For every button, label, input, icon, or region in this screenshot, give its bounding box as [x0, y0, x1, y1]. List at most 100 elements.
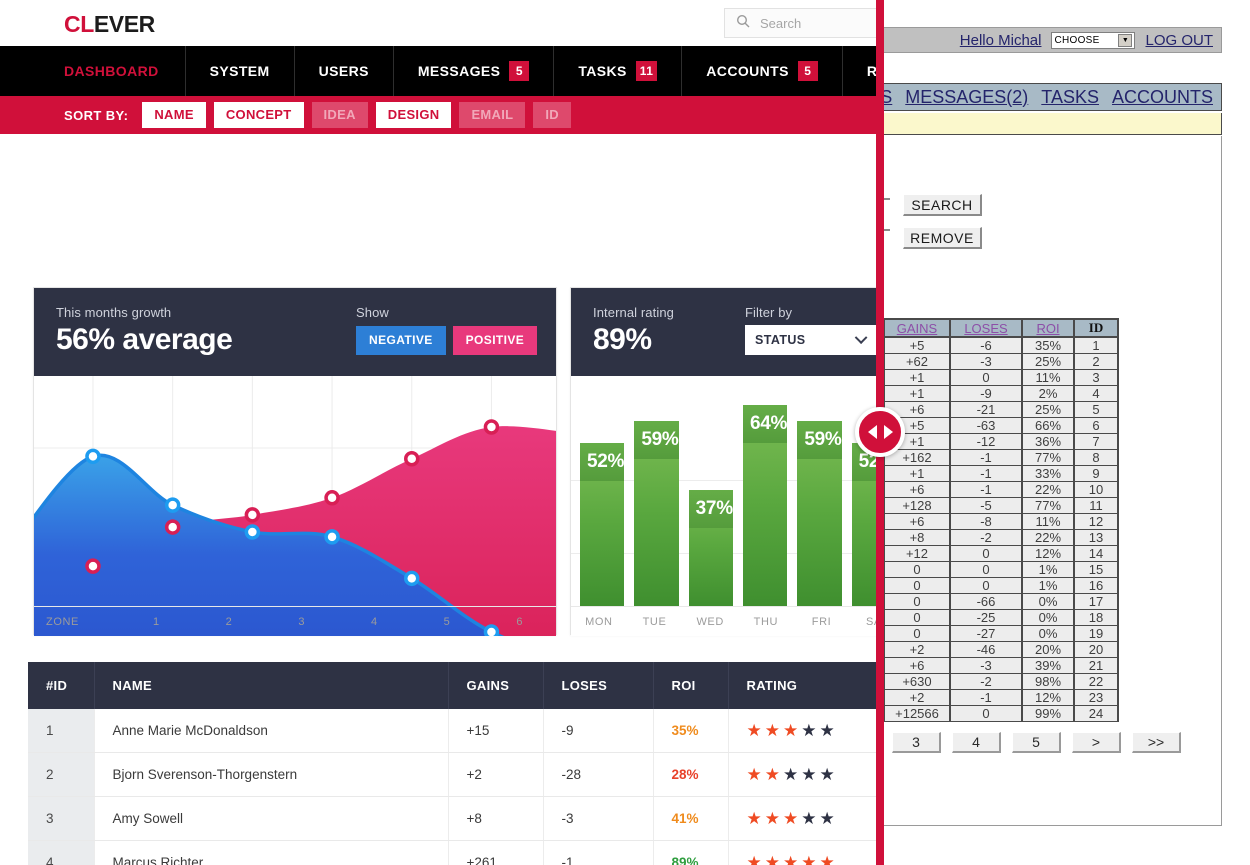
sort-chip-idea[interactable]: IDEA: [311, 102, 368, 128]
star-icon[interactable]: ★: [765, 810, 780, 827]
star-icon[interactable]: ★: [747, 722, 762, 739]
star-rating[interactable]: ★ ★ ★ ★ ★: [747, 854, 877, 865]
nav-item-tasks[interactable]: TASKS 11: [554, 46, 683, 96]
star-rating[interactable]: ★ ★ ★ ★ ★: [747, 766, 877, 783]
legacy-logout-link[interactable]: LOG OUT: [1145, 32, 1213, 49]
star-icon[interactable]: ★: [783, 722, 798, 739]
star-icon[interactable]: ★: [820, 854, 835, 865]
legacy-greeting[interactable]: Hello Michal: [960, 32, 1042, 49]
legacy-cell: -2: [949, 529, 1023, 546]
star-icon[interactable]: ★: [820, 722, 835, 739]
nav-item-dashboard[interactable]: DASHBOARD: [0, 46, 186, 96]
sort-chip-id[interactable]: ID: [533, 102, 571, 128]
legacy-page-button[interactable]: 3: [892, 732, 941, 753]
star-icon[interactable]: ★: [801, 854, 816, 865]
data-point[interactable]: [85, 558, 101, 574]
star-icon[interactable]: ★: [801, 722, 816, 739]
star-rating[interactable]: ★ ★ ★ ★ ★: [747, 810, 877, 827]
search-box[interactable]: [724, 8, 876, 38]
star-icon[interactable]: ★: [747, 766, 762, 783]
legacy-page-button[interactable]: 5: [1012, 732, 1061, 753]
table-row[interactable]: 4 Marcus Richter +261 -1 89% ★ ★ ★ ★ ★: [28, 840, 877, 865]
legacy-cell: 36%: [1021, 433, 1075, 450]
toggle-negative[interactable]: NEGATIVE: [356, 326, 446, 355]
legacy-col-loses[interactable]: LOSES: [949, 318, 1023, 338]
legacy-nav-tasks[interactable]: TASKS: [1041, 87, 1099, 108]
sort-chip-design[interactable]: DESIGN: [375, 102, 452, 128]
star-rating[interactable]: ★ ★ ★ ★ ★: [747, 722, 877, 739]
data-point[interactable]: [244, 507, 261, 523]
legacy-page-button[interactable]: 4: [952, 732, 1001, 753]
nav-item-reports[interactable]: REPORTS: [843, 46, 876, 96]
bar-chart[interactable]: 52%59%37%64%59%52%: [571, 376, 876, 606]
data-point[interactable]: [244, 524, 261, 540]
data-point[interactable]: [164, 497, 181, 513]
nav-item-system[interactable]: SYSTEM: [186, 46, 295, 96]
area-chart[interactable]: [34, 376, 556, 636]
data-point[interactable]: [404, 570, 420, 587]
bar-slot: 64%: [738, 376, 792, 606]
legacy-page-button[interactable]: >: [1072, 732, 1121, 753]
chart-slider-handle[interactable]: [855, 407, 905, 457]
star-icon[interactable]: ★: [783, 766, 798, 783]
table-row[interactable]: 3 Amy Sowell +8 -3 41% ★ ★ ★ ★ ★: [28, 796, 877, 841]
bar[interactable]: 64%: [742, 405, 787, 606]
rating-chart-body[interactable]: 52%59%37%64%59%52% MONTUEWEDTHUFRISAT: [571, 376, 876, 636]
th-gains[interactable]: GAINS: [448, 662, 544, 709]
legacy-col-gains[interactable]: GAINS: [883, 318, 951, 338]
data-point[interactable]: [483, 419, 500, 435]
th-rating[interactable]: RATING: [728, 662, 876, 709]
star-icon[interactable]: ★: [747, 854, 762, 865]
sort-chip-email[interactable]: EMAIL: [459, 102, 526, 128]
bar[interactable]: 52%: [580, 443, 624, 606]
legacy-choose-select[interactable]: CHOOSE ▼: [1051, 31, 1136, 49]
star-icon[interactable]: ★: [747, 810, 762, 827]
sort-chip-name[interactable]: NAME: [142, 102, 206, 128]
legacy-table-row: +12566 0 99% 24: [883, 705, 1119, 722]
star-icon[interactable]: ★: [783, 810, 798, 827]
legacy-search-button[interactable]: SEARCH: [903, 194, 982, 216]
data-point[interactable]: [85, 448, 101, 465]
star-icon[interactable]: ★: [765, 766, 780, 783]
search-input[interactable]: [758, 14, 876, 32]
star-icon[interactable]: ★: [801, 766, 816, 783]
th-roi[interactable]: ROI: [653, 662, 729, 709]
status-filter-select[interactable]: STATUS: [745, 325, 876, 355]
legacy-col-id[interactable]: ID: [1073, 318, 1119, 338]
legacy-page-button[interactable]: >>: [1132, 732, 1181, 753]
nav-item-messages[interactable]: MESSAGES 5: [394, 46, 555, 96]
nav-item-accounts[interactable]: ACCOUNTS 5: [682, 46, 843, 96]
nav-item-label: DASHBOARD: [64, 63, 159, 79]
bar[interactable]: 59%: [634, 421, 679, 606]
legacy-cell: 12%: [1021, 545, 1075, 562]
data-point[interactable]: [324, 529, 340, 545]
star-icon[interactable]: ★: [801, 810, 816, 827]
brand-logo[interactable]: CLEVER: [64, 11, 155, 38]
star-icon[interactable]: ★: [783, 854, 798, 865]
bar[interactable]: 59%: [797, 421, 842, 606]
data-point[interactable]: [404, 451, 420, 467]
growth-chart-body[interactable]: ZONE 1 2 3 4 5 6: [34, 376, 556, 636]
legacy-col-roi[interactable]: ROI: [1021, 318, 1075, 338]
th-loses[interactable]: LOSES: [543, 662, 654, 709]
th-id[interactable]: #ID: [28, 662, 95, 709]
legacy-nav-accounts[interactable]: ACCOUNTS: [1112, 87, 1213, 108]
th-name[interactable]: NAME: [94, 662, 449, 709]
bar[interactable]: 37%: [688, 490, 733, 606]
legacy-cell: 0%: [1021, 625, 1075, 642]
star-icon[interactable]: ★: [820, 766, 835, 783]
data-point[interactable]: [324, 490, 340, 506]
bar[interactable]: 52%: [851, 443, 876, 606]
toggle-positive[interactable]: POSITIVE: [452, 326, 538, 355]
data-point[interactable]: [164, 519, 181, 535]
star-icon[interactable]: ★: [765, 854, 780, 865]
legacy-nav-messages[interactable]: MESSAGES(2): [905, 87, 1028, 108]
star-icon[interactable]: ★: [765, 722, 780, 739]
table-row[interactable]: 1 Anne Marie McDonaldson +15 -9 35% ★ ★ ★ ★ ★: [28, 709, 876, 753]
star-icon[interactable]: ★: [820, 810, 835, 827]
legacy-remove-button[interactable]: REMOVE: [903, 227, 982, 249]
performance-table: #ID NAME GAINS LOSES ROI RATING 1 Anne Ma…: [28, 662, 876, 865]
table-row[interactable]: 2 Bjorn Sverenson-Thorgenstern +2 -28 28% ★ ★ ★…: [28, 752, 877, 797]
sort-chip-concept[interactable]: CONCEPT: [213, 102, 304, 128]
nav-item-users[interactable]: USERS: [295, 46, 394, 96]
